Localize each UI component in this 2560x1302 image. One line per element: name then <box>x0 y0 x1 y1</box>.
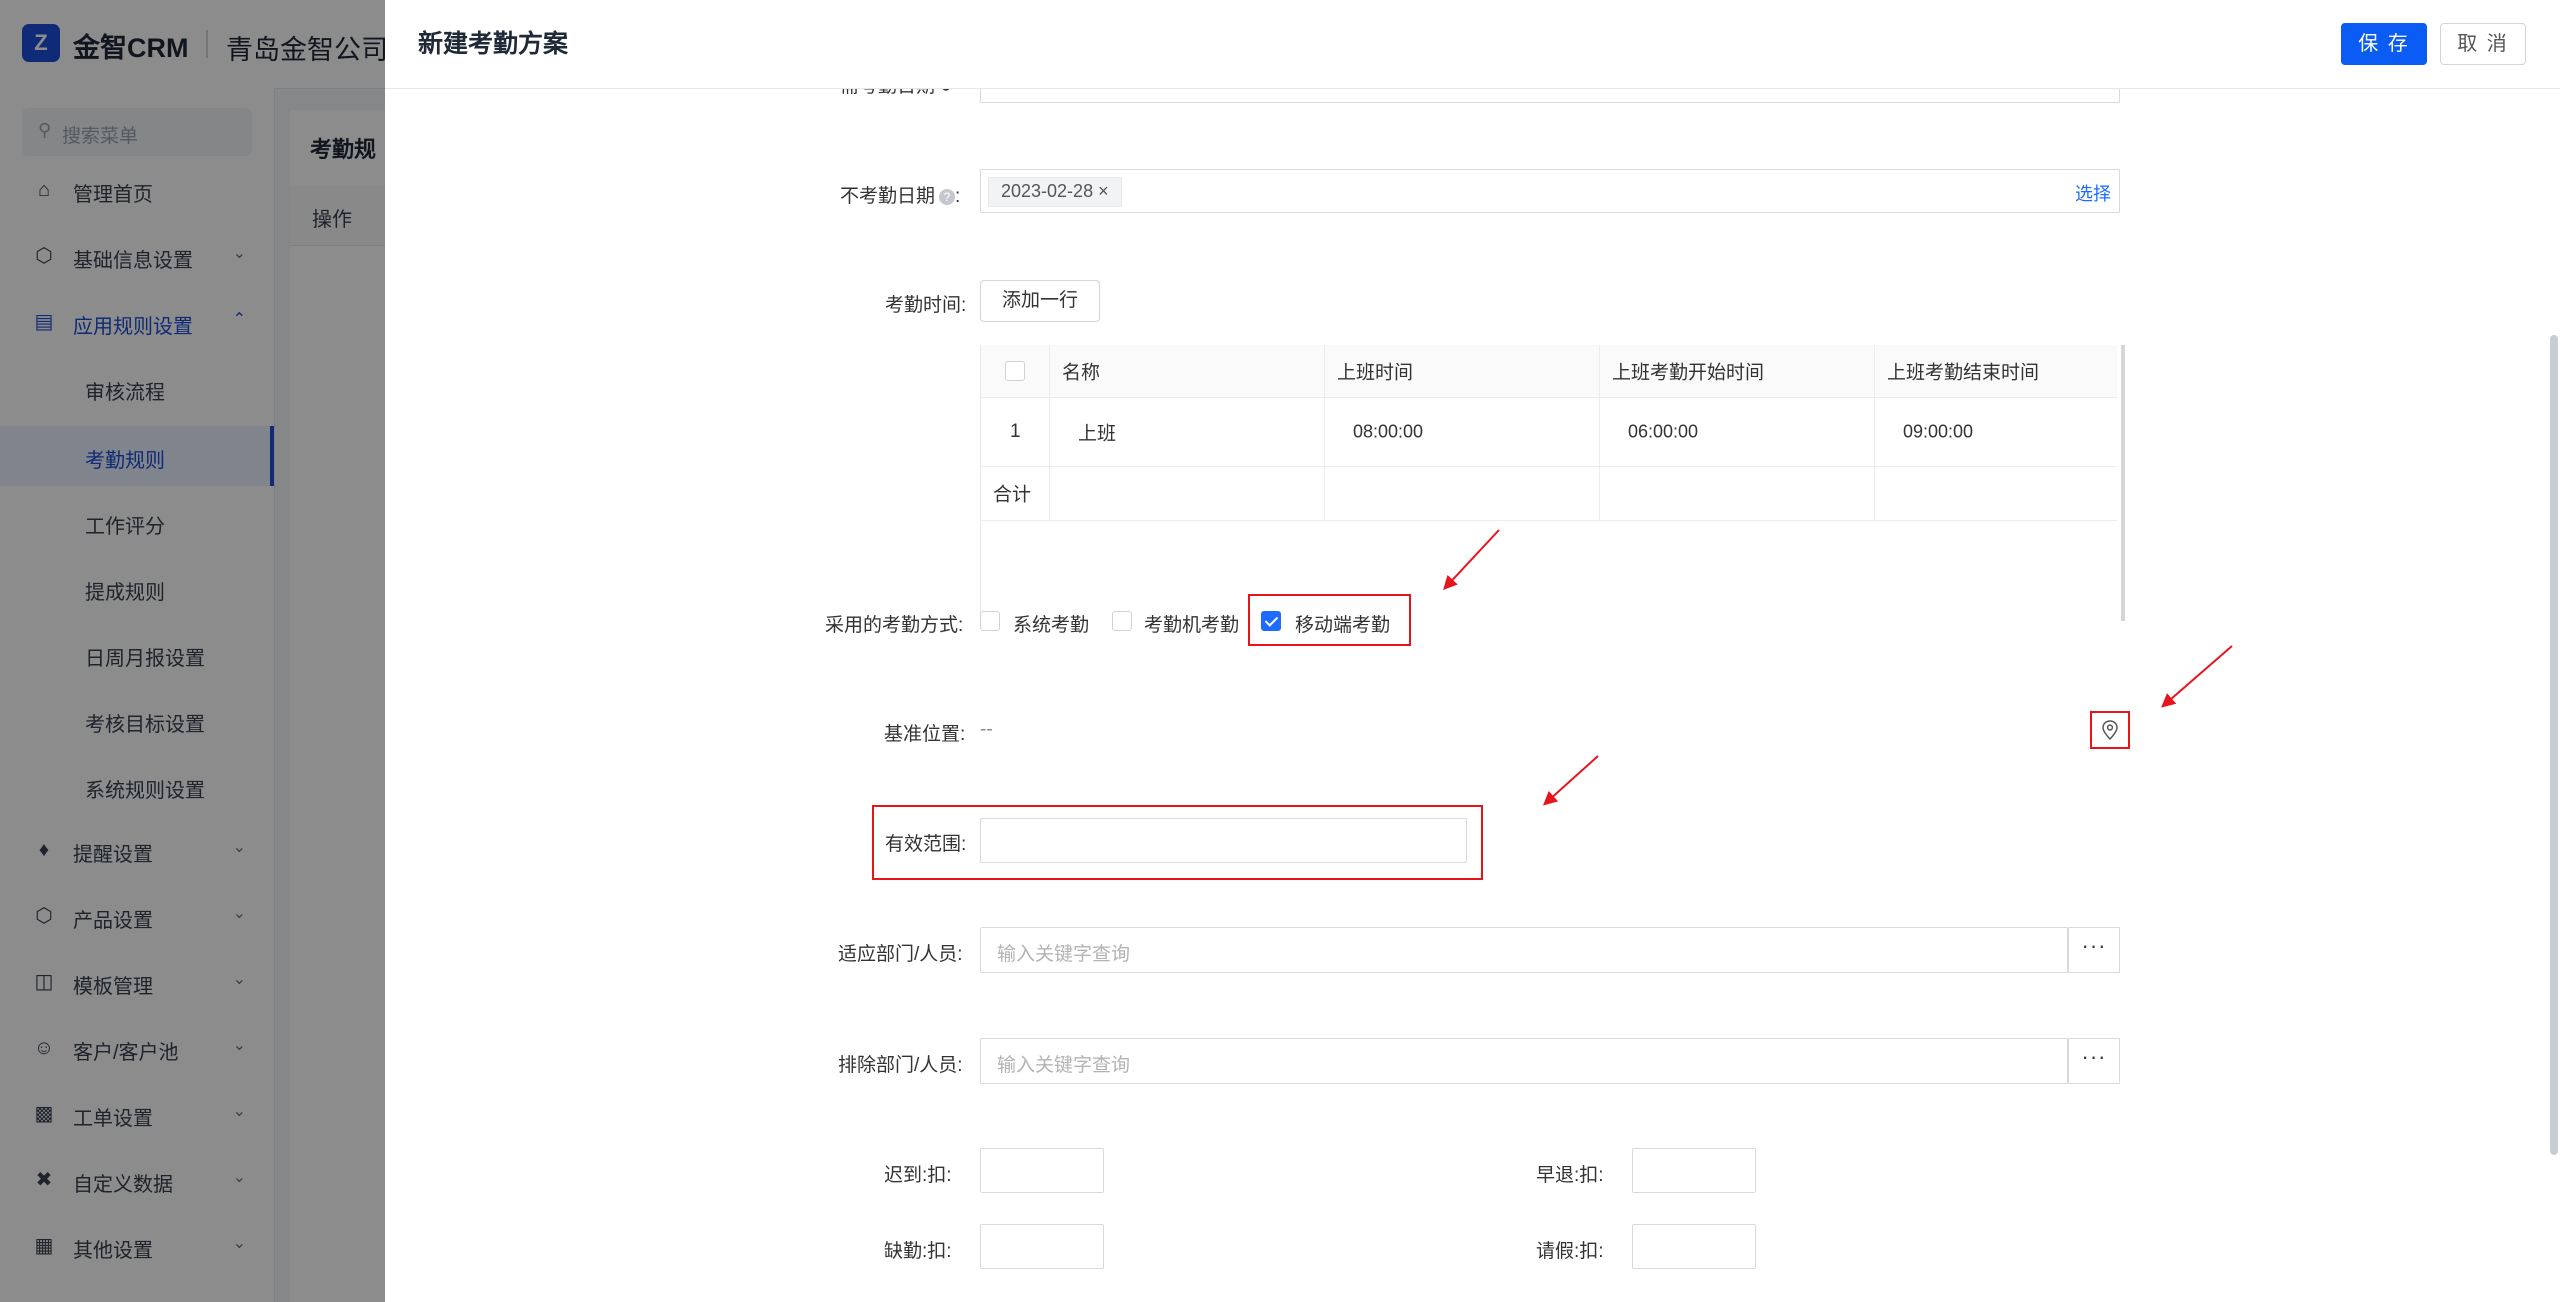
total-cell <box>1600 466 1875 520</box>
early-leave-label: 早退:扣: <box>1536 1160 1604 1187</box>
attendance-time-label: 考勤时间: <box>885 295 967 316</box>
deduct-label: 扣: <box>927 1241 952 1262</box>
highlight-box <box>1248 594 1411 646</box>
select-date-link[interactable]: 选择 <box>2075 180 2111 206</box>
add-row-button[interactable]: 添加一行 <box>980 280 1100 322</box>
base-location-value: -- <box>980 719 993 740</box>
cell-value: 08:00:00 <box>1353 421 1424 441</box>
drawer-scrollbar[interactable] <box>2550 335 2558 1155</box>
deduct-label: 扣: <box>1579 1241 1604 1262</box>
table-row[interactable]: 1 上班 08:00:00 06:00:00 09:00:00 <box>981 397 2117 467</box>
drawer-title: 新建考勤方案 <box>418 30 569 58</box>
attendance-time-table: 名称 上班时间 上班考勤开始时间 上班考勤结束时间 1 上班 08:00:00 … <box>980 345 2125 621</box>
check-start-cell[interactable]: 06:00:00 <box>1600 397 1875 466</box>
header-cell: 上班考勤结束时间 <box>1875 345 2117 397</box>
leave-deduct-input[interactable] <box>1632 1224 1756 1269</box>
total-label: 合计 <box>993 484 1032 506</box>
leave-label: 请假:扣: <box>1536 1236 1604 1263</box>
cell-value: 09:00:00 <box>1903 421 1974 441</box>
start-time-cell[interactable]: 08:00:00 <box>1325 397 1600 466</box>
select-all-checkbox[interactable] <box>1005 361 1025 381</box>
system-attendance-checkbox[interactable] <box>980 611 1000 631</box>
valid-range-input[interactable] <box>980 818 1467 863</box>
row-index-cell: 1 <box>981 397 1050 466</box>
column-header: 上班时间 <box>1337 362 1414 384</box>
column-header: 上班考勤开始时间 <box>1612 362 1765 384</box>
header-cell <box>981 345 1050 397</box>
machine-attendance-checkbox[interactable] <box>1112 611 1132 631</box>
deduct-label: 扣: <box>1579 1165 1604 1186</box>
date-tag[interactable]: 2023-02-28 × <box>988 177 1122 207</box>
name-cell[interactable]: 上班 <box>1050 397 1325 466</box>
help-icon[interactable]: ? <box>939 189 956 205</box>
save-button[interactable]: 保 存 <box>2341 23 2427 65</box>
base-location-label: 基准位置: <box>884 724 966 745</box>
table-total-row: 合计 <box>981 466 2117 521</box>
column-header: 名称 <box>1062 362 1101 384</box>
absent-label-text: 缺勤: <box>884 1241 928 1262</box>
apply-dept-label: 适应部门/人员: <box>838 944 963 965</box>
label-text: 不考勤日期 <box>840 186 936 207</box>
hidden-field-input[interactable] <box>980 89 2120 103</box>
cancel-button[interactable]: 取 消 <box>2440 23 2526 65</box>
drawer-header: 新建考勤方案 保 存 取 消 <box>385 0 2560 89</box>
annotation-arrow <box>1543 755 1599 805</box>
header-cell: 名称 <box>1050 345 1325 397</box>
late-deduct-input[interactable] <box>980 1148 1104 1193</box>
hidden-field-label: 需考勤日期 ● <box>840 89 952 98</box>
absent-label: 缺勤:扣: <box>884 1236 952 1263</box>
exclude-dept-placeholder: 输入关键字查询 <box>997 1055 1131 1076</box>
late-label-text: 迟到: <box>884 1165 928 1186</box>
new-attendance-drawer: 新建考勤方案 保 存 取 消 需考勤日期 ● 不考勤日期?: 选择 2023-0… <box>385 0 2560 1302</box>
deduct-label: 扣: <box>927 1165 952 1186</box>
column-header: 上班考勤结束时间 <box>1887 362 2040 384</box>
total-cell <box>1325 466 1600 520</box>
non-attendance-date-label: 不考勤日期?: <box>840 186 961 207</box>
early-leave-deduct-input[interactable] <box>1632 1148 1756 1193</box>
row-index: 1 <box>1010 420 1021 442</box>
valid-range-label: 有效范围: <box>885 834 967 855</box>
absent-deduct-input[interactable] <box>980 1224 1104 1269</box>
apply-dept-input[interactable]: 输入关键字查询 <box>980 927 2068 973</box>
drawer-body: 需考勤日期 ● 不考勤日期?: 选择 2023-02-28 × 考勤时间: 添加… <box>385 89 2560 1302</box>
non-attendance-date-field[interactable]: 选择 <box>980 169 2120 213</box>
header-cell: 上班考勤开始时间 <box>1600 345 1875 397</box>
total-cell <box>1050 466 1325 520</box>
exclude-dept-input[interactable]: 输入关键字查询 <box>980 1038 2068 1084</box>
check-end-cell[interactable]: 09:00:00 <box>1875 397 2117 466</box>
leave-label-text: 请假: <box>1536 1241 1580 1262</box>
location-pin-icon[interactable] <box>2101 720 2119 740</box>
cell-value: 上班 <box>1078 423 1117 444</box>
annotation-arrow <box>2161 645 2233 708</box>
exclude-dept-label: 排除部门/人员: <box>838 1055 963 1076</box>
cell-value: 06:00:00 <box>1628 421 1699 441</box>
apply-dept-placeholder: 输入关键字查询 <box>997 944 1131 965</box>
system-attendance-label[interactable]: 系统考勤 <box>1013 610 1089 637</box>
attendance-method-label: 采用的考勤方式: <box>825 615 964 636</box>
early-label-text: 早退: <box>1536 1165 1580 1186</box>
machine-attendance-label[interactable]: 考勤机考勤 <box>1144 610 1239 637</box>
apply-dept-more-button[interactable]: ··· <box>2068 927 2120 973</box>
total-cell: 合计 <box>981 466 1050 520</box>
exclude-dept-more-button[interactable]: ··· <box>2068 1038 2120 1084</box>
header-cell: 上班时间 <box>1325 345 1600 397</box>
table-header-row: 名称 上班时间 上班考勤开始时间 上班考勤结束时间 <box>981 345 2117 398</box>
late-label: 迟到:扣: <box>884 1160 952 1187</box>
